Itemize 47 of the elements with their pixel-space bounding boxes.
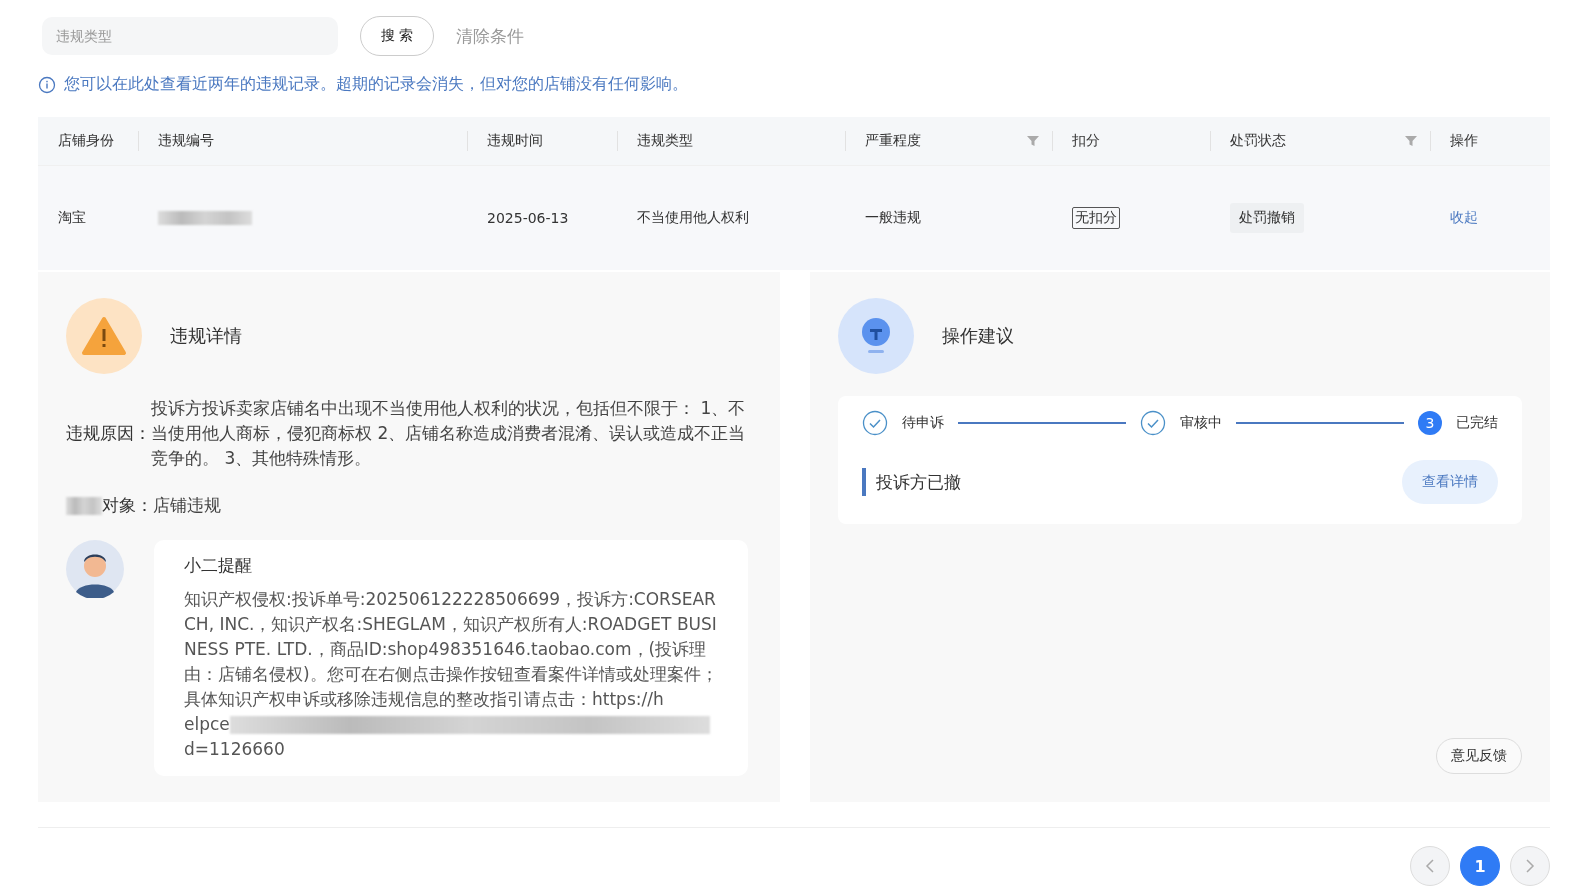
- chevron-left-icon: [1425, 859, 1435, 873]
- status-tag: 处罚撤销: [1230, 203, 1304, 233]
- chevron-right-icon: [1525, 859, 1535, 873]
- points-tag: 无扣分: [1072, 207, 1120, 229]
- avatar-icon: [66, 540, 124, 598]
- column-header: 违规类型: [637, 132, 693, 150]
- page-button[interactable]: 1: [1460, 846, 1500, 886]
- step-label: 审核中: [1180, 414, 1222, 432]
- notice-text: 您可以在此处查看近两年的违规记录。超期的记录会消失，但对您的店铺没有任何影响。: [64, 74, 688, 95]
- column-header: 违规编号: [158, 132, 214, 150]
- feedback-button[interactable]: 意见反馈: [1436, 738, 1522, 774]
- collapse-link[interactable]: 收起: [1450, 209, 1478, 227]
- filter-icon[interactable]: [1026, 134, 1040, 148]
- previous-page-button[interactable]: [1410, 846, 1450, 886]
- step-label: 已完结: [1456, 414, 1498, 432]
- info-icon: [38, 75, 56, 94]
- column-header: 违规时间: [487, 132, 543, 150]
- filter-icon[interactable]: [1404, 134, 1418, 148]
- panel-title: 违规详情: [170, 324, 242, 348]
- field-value: 投诉方投诉卖家店铺名中出现不当使用他人权利的状况，包括但不限于： 1、不当使用他人商标，侵犯商标权 2、店铺名称造成消费者混淆、误认或造成不正当竞争的。 3、其他特殊情形。: [151, 397, 747, 470]
- search-button[interactable]: 搜 索: [360, 16, 435, 56]
- table-cell: 淘宝: [58, 209, 86, 227]
- table-cell: 一般违规: [865, 209, 921, 227]
- check-circle-icon: [862, 410, 888, 436]
- table-cell: 2025-06-13: [487, 210, 569, 226]
- type-input-field[interactable]: 违规类型: [42, 17, 338, 55]
- column-header: 严重程度: [865, 132, 921, 150]
- column-header: 扣分: [1072, 132, 1100, 150]
- field-label: 违规原因：: [66, 422, 151, 445]
- field-value: 店铺违规: [153, 494, 222, 517]
- table-cell: 不当使用他人权利: [637, 209, 749, 227]
- step-number: 3: [1418, 411, 1442, 435]
- column-header: 操作: [1450, 132, 1478, 150]
- next-page-button[interactable]: [1510, 846, 1550, 886]
- reminder-title: 小二提醒: [184, 554, 253, 577]
- view-details-button[interactable]: 查看详情: [1402, 460, 1498, 504]
- redacted-block: [66, 496, 102, 515]
- field-label: 对象：: [102, 494, 153, 517]
- column-header: 店铺身份: [58, 132, 114, 150]
- link-fragment: elpce: [184, 713, 230, 736]
- step-label: 待申诉: [902, 414, 944, 432]
- result-text: 投诉方已撤: [862, 468, 961, 496]
- panel-title: 操作建议: [942, 324, 1014, 348]
- clear-filters-link[interactable]: 清除条件: [456, 24, 525, 48]
- check-circle-icon: [1140, 410, 1166, 436]
- column-header: 处罚状态: [1230, 132, 1286, 150]
- link-fragment: d=1126660: [184, 738, 285, 761]
